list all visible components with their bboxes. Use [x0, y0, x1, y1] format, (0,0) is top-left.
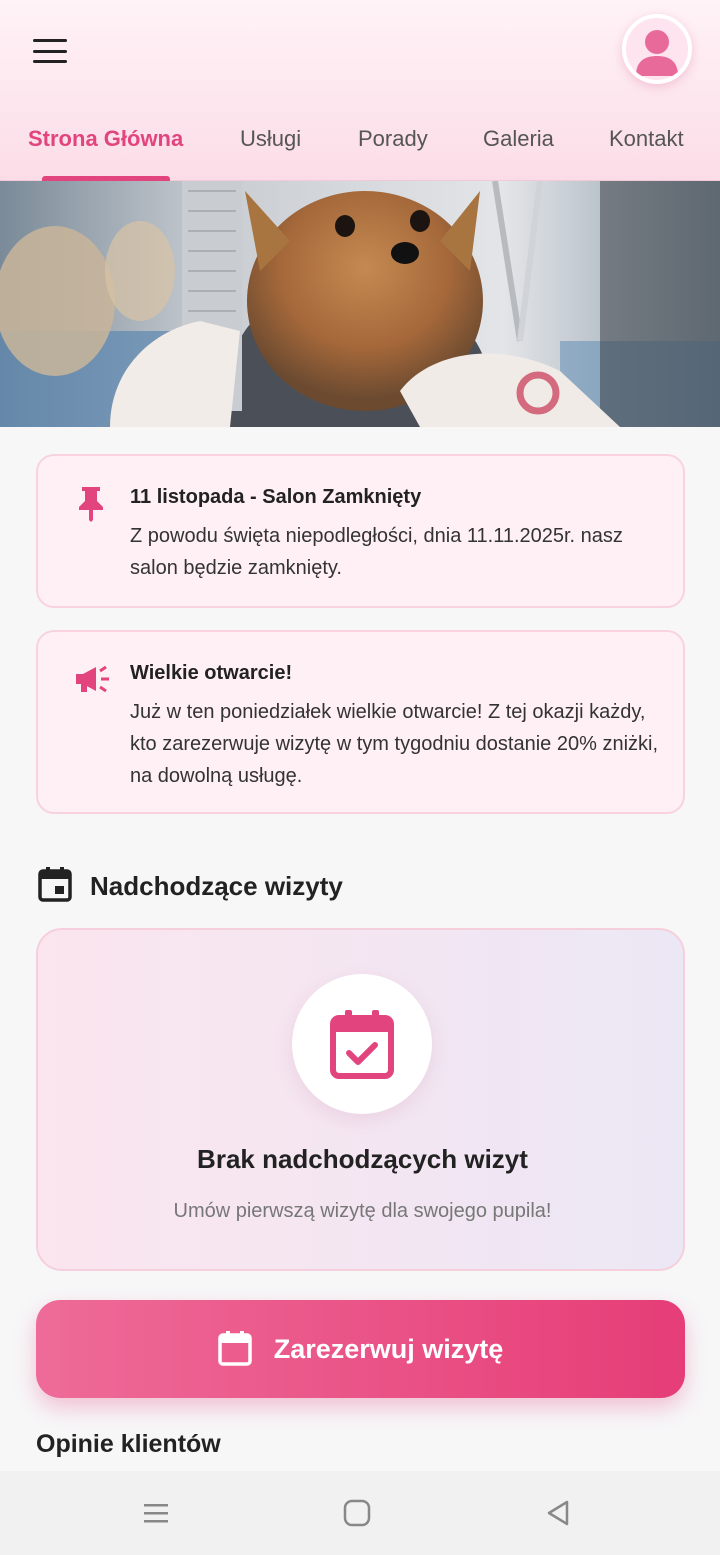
empty-state-title: Brak nadchodzących wizyt: [197, 1144, 528, 1174]
hamburger-menu-icon[interactable]: [30, 34, 70, 68]
book-button-label: Zarezerwuj wizytę: [273, 1333, 504, 1364]
section-title: Nadchodzące wizyty: [90, 870, 343, 901]
announcement-card: 11 listopada - Salon Zamknięty Z powodu …: [36, 454, 685, 608]
announcement-title: 11 listopada - Salon Zamknięty: [130, 486, 422, 508]
upcoming-section-header: Nadchodzące wizyty: [38, 866, 343, 906]
announcement-text: Już w ten poniedziałek wielkie otwarcie!…: [130, 701, 659, 787]
hero-image: [0, 181, 720, 427]
system-navigation-bar: [0, 1471, 720, 1555]
main-tabs: Strona Główna Usługi Porady Galeria Kont…: [0, 118, 720, 181]
user-avatar-icon[interactable]: [622, 14, 692, 84]
empty-appointments-card: Brak nadchodzących wizyt Umów pierwszą w…: [36, 928, 685, 1271]
tab-uslugi[interactable]: Usługi: [240, 118, 301, 181]
back-icon[interactable]: [538, 1493, 578, 1533]
announcement-title: Wielkie otwarcie!: [130, 662, 293, 684]
recent-apps-icon[interactable]: [136, 1493, 176, 1533]
pin-icon: [74, 484, 108, 522]
megaphone-icon: [74, 662, 109, 696]
home-icon[interactable]: [337, 1493, 377, 1533]
calendar-icon: [38, 866, 72, 907]
book-appointment-button[interactable]: Zarezerwuj wizytę: [36, 1300, 685, 1398]
tab-kontakt[interactable]: Kontakt: [609, 118, 684, 181]
announcement-text: Z powodu święta niepodległości, dnia 11.…: [130, 525, 623, 579]
tab-porady[interactable]: Porady: [358, 118, 428, 181]
empty-state-subtitle: Umów pierwszą wizytę dla swojego pupila!: [173, 1200, 552, 1222]
tab-galeria[interactable]: Galeria: [483, 118, 554, 181]
tab-strona-glowna[interactable]: Strona Główna: [28, 118, 183, 181]
announcement-card: Wielkie otwarcie! Już w ten poniedziałek…: [36, 630, 685, 814]
calendar-icon: [217, 1330, 252, 1369]
reviews-title: Opinie klientów: [36, 1430, 221, 1458]
calendar-check-icon: [292, 974, 432, 1114]
